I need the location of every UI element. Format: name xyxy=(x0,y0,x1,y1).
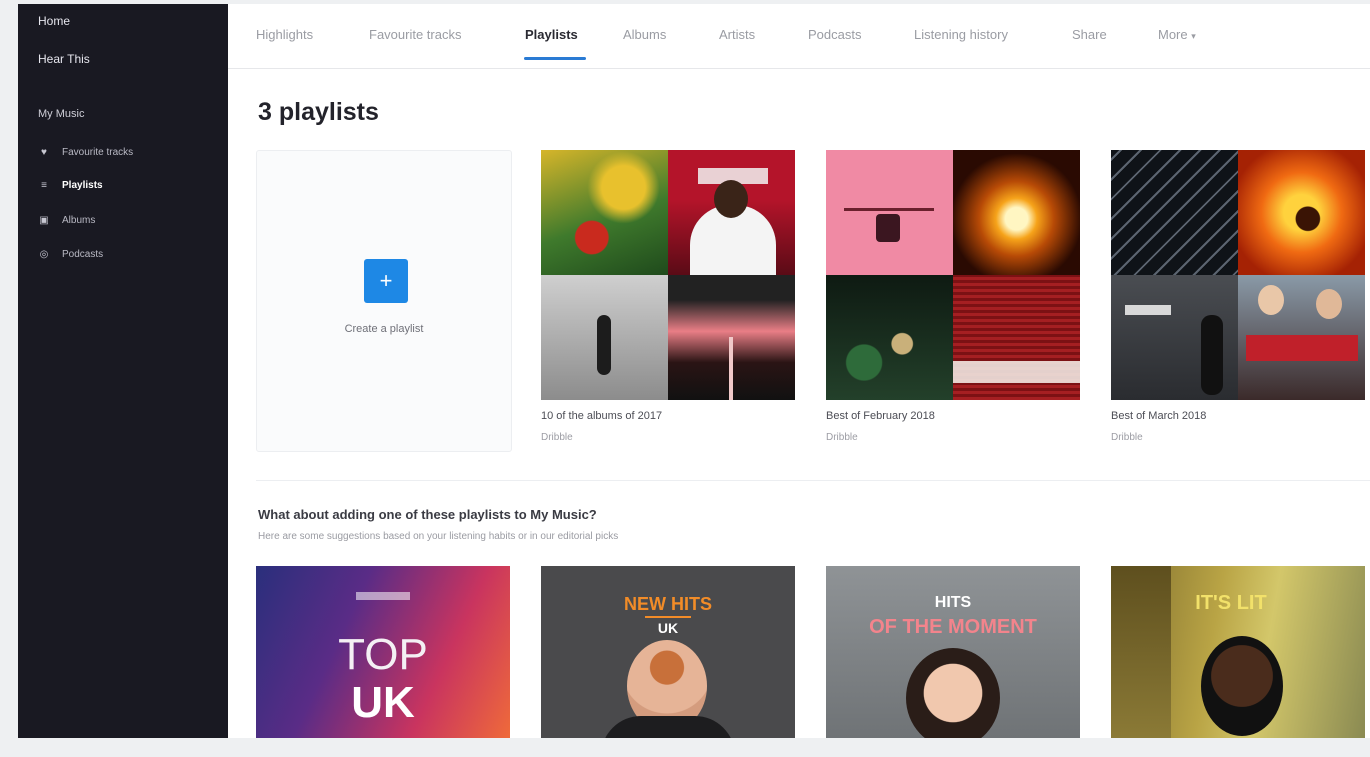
album-art xyxy=(1238,150,1365,275)
sidebar-item-favourite-tracks[interactable]: ♥ Favourite tracks xyxy=(38,143,133,161)
tab-artists[interactable]: Artists xyxy=(719,27,755,42)
album-art xyxy=(953,275,1080,400)
sidebar-item-albums[interactable]: ▣ Albums xyxy=(38,211,95,229)
suggested-playlist-card[interactable]: TOP UK xyxy=(256,566,510,738)
sidebar-item-label: Albums xyxy=(62,214,96,226)
artist-photo xyxy=(1201,636,1283,736)
title-divider xyxy=(645,616,691,618)
plus-icon: + xyxy=(379,268,393,293)
active-tab-indicator xyxy=(524,57,586,60)
playlist-cover-mosaic[interactable] xyxy=(826,150,1080,400)
album-art xyxy=(1111,150,1238,275)
tab-favourite-tracks[interactable]: Favourite tracks xyxy=(369,27,461,42)
tab-more-label: More xyxy=(1158,27,1188,42)
sidebar-item-podcasts[interactable]: ◎ Podcasts xyxy=(38,245,104,263)
album-icon: ▣ xyxy=(39,214,49,226)
album-art xyxy=(668,275,795,400)
sidebar-item-label: Playlists xyxy=(62,179,103,191)
page-title: 3 playlists xyxy=(258,98,379,126)
tab-listening-history[interactable]: Listening history xyxy=(914,27,1008,42)
suggested-playlist-line1: HITS xyxy=(934,594,972,611)
playlist-subtitle: Dribble xyxy=(826,432,858,443)
suggested-playlist-line2: OF THE MOMENT xyxy=(869,616,1037,638)
building-shape xyxy=(1111,566,1171,738)
sidebar-item-label: Favourite tracks xyxy=(62,146,134,158)
heart-icon: ♥ xyxy=(41,146,47,158)
album-art xyxy=(826,150,953,275)
sidebar-item-label: Podcasts xyxy=(62,248,104,260)
tab-podcasts[interactable]: Podcasts xyxy=(808,27,861,42)
suggested-playlist-card[interactable]: NEW HITS UK xyxy=(541,566,795,738)
tab-albums[interactable]: Albums xyxy=(623,27,666,42)
create-playlist-label: Create a playlist xyxy=(344,323,424,335)
playlist-subtitle: Dribble xyxy=(541,432,573,443)
tab-share[interactable]: Share xyxy=(1072,27,1107,42)
playlist-card[interactable]: 10 of the albums of 2017 Dribble xyxy=(541,150,795,450)
deezer-logo xyxy=(356,592,410,600)
playlist-subtitle: Dribble xyxy=(1111,432,1143,443)
playlist-cover-mosaic[interactable] xyxy=(1111,150,1365,400)
playlist-card[interactable]: Best of February 2018 Dribble xyxy=(826,150,1080,450)
tab-bar: Highlights Favourite tracks Playlists Al… xyxy=(228,4,1370,69)
add-playlist-button[interactable]: + xyxy=(364,259,408,303)
artist-photo xyxy=(906,648,1000,738)
create-playlist-card[interactable]: + Create a playlist xyxy=(256,150,512,452)
suggested-playlist-line2: UK xyxy=(657,620,679,636)
playlist-title[interactable]: Best of February 2018 xyxy=(826,410,935,422)
suggested-playlist-line1: IT'S LIT xyxy=(1195,592,1267,614)
suggested-playlist-line1: TOP xyxy=(338,630,428,679)
sidebar: Home Hear This My Music ♥ Favourite trac… xyxy=(18,4,228,738)
playlist-card[interactable]: Best of March 2018 Dribble xyxy=(1111,150,1365,450)
tab-highlights[interactable]: Highlights xyxy=(256,27,313,42)
suggested-playlist-card[interactable]: HITS OF THE MOMENT xyxy=(826,566,1080,738)
album-art xyxy=(668,150,795,275)
artist-shoulders xyxy=(601,716,735,738)
album-art xyxy=(541,150,668,275)
sidebar-item-playlists[interactable]: ≡ Playlists xyxy=(38,176,103,194)
sidebar-home[interactable]: Home xyxy=(38,14,70,28)
playlist-title[interactable]: Best of March 2018 xyxy=(1111,410,1206,422)
sidebar-hear-this[interactable]: Hear This xyxy=(38,52,90,66)
sidebar-section-my-music[interactable]: My Music xyxy=(38,108,84,120)
playlist-icon: ≡ xyxy=(41,179,47,191)
main-content: Highlights Favourite tracks Playlists Al… xyxy=(228,4,1370,738)
chevron-down-icon: ▾ xyxy=(1191,31,1196,41)
podcast-icon: ◎ xyxy=(39,248,49,260)
album-art xyxy=(1238,275,1365,400)
suggested-playlist-card[interactable]: IT'S LIT xyxy=(1111,566,1365,738)
suggestions-subtitle: Here are some suggestions based on your … xyxy=(258,531,619,542)
playlist-title[interactable]: 10 of the albums of 2017 xyxy=(541,410,662,422)
album-art xyxy=(1111,275,1238,400)
suggested-playlist-line1: NEW HITS xyxy=(624,594,712,614)
album-art xyxy=(541,275,668,400)
suggested-playlist-line2: UK xyxy=(351,678,415,727)
tab-more[interactable]: More ▾ xyxy=(1158,27,1196,42)
album-art xyxy=(953,150,1080,275)
app-window: Home Hear This My Music ♥ Favourite trac… xyxy=(18,4,1370,738)
playlist-cover-mosaic[interactable] xyxy=(541,150,795,400)
album-art xyxy=(826,275,953,400)
section-divider xyxy=(256,480,1370,481)
suggestions-title: What about adding one of these playlists… xyxy=(258,507,597,522)
tab-playlists[interactable]: Playlists xyxy=(525,27,578,42)
